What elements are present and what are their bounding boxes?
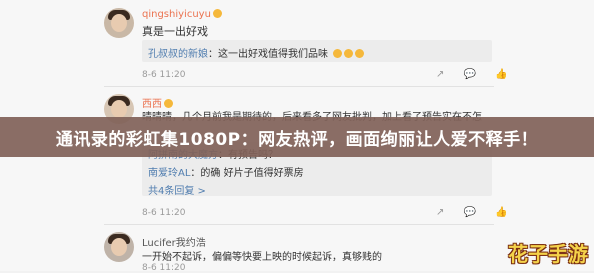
username[interactable]: qingshiyicuyu	[142, 9, 222, 20]
headline-text: 通讯录的彩虹集1080P：网友热评，画面绚丽让人爱不释手！	[55, 129, 539, 150]
share-icon[interactable]: ↗	[436, 69, 444, 80]
emoji-icon	[355, 49, 365, 58]
emoji-icon	[212, 9, 222, 18]
like-icon[interactable]: 👍	[495, 207, 507, 218]
username[interactable]: Lucifer我约浩	[142, 234, 206, 249]
comment-actions: ↗ 💬 👍	[420, 207, 508, 218]
emoji-icon	[333, 49, 343, 58]
divider	[104, 86, 494, 87]
reply-icon[interactable]: 💬	[464, 207, 476, 218]
reply-username[interactable]: 南爱玲AL	[148, 168, 190, 179]
timestamp: 8-6 11:20	[142, 70, 186, 80]
reply-username[interactable]: 孔叔叔的新娘	[148, 49, 208, 60]
reply-box[interactable]: 孔叔叔的新娘：这一出好戏值得我们品味	[142, 40, 492, 62]
reply-icon[interactable]: 💬	[464, 69, 476, 80]
comment-actions: ↗ 💬 👍	[420, 69, 508, 80]
headline-banner: 通讯录的彩虹集1080P：网友热评，画面绚丽让人爱不释手！	[0, 117, 594, 157]
share-icon[interactable]: ↗	[436, 207, 444, 218]
avatar[interactable]	[104, 232, 134, 262]
timestamp: 8-6 11:20	[142, 263, 186, 273]
site-watermark-logo: 花子手游	[508, 242, 588, 266]
comment-text: 一开始不起诉，偏偏等快要上映的时候起诉，真够贱的	[142, 252, 382, 263]
emoji-icon	[344, 49, 354, 58]
divider	[104, 224, 494, 225]
reply-line: 南爱玲AL：的确 好片子值得好票房	[148, 168, 304, 179]
like-icon[interactable]: 👍	[495, 69, 507, 80]
more-replies-link[interactable]: 共4条回复 >	[148, 182, 206, 197]
reply-line: 孔叔叔的新娘：这一出好戏值得我们品味	[148, 45, 365, 60]
emoji-icon	[164, 99, 173, 108]
avatar[interactable]	[104, 8, 134, 38]
comment-text: 真是一出好戏	[142, 25, 208, 38]
timestamp: 8-6 11:20	[142, 208, 186, 218]
